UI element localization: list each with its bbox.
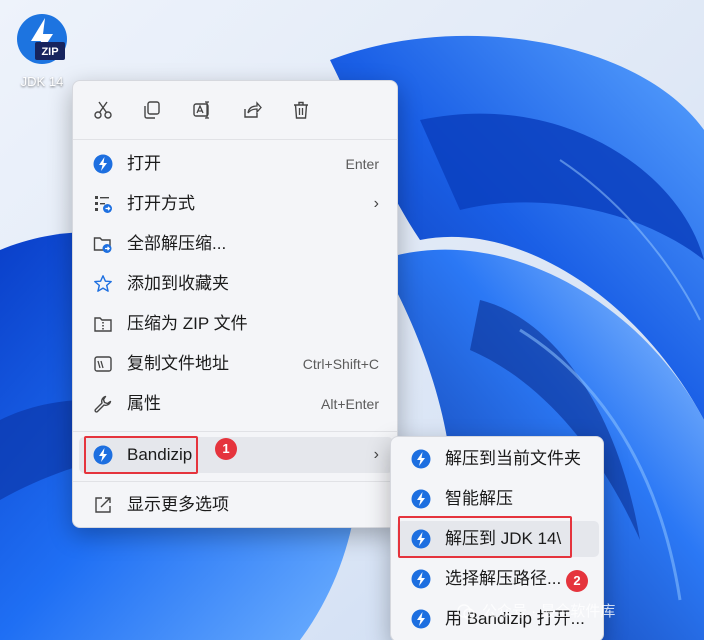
menu-separator (73, 481, 397, 482)
menu-item-label: 全部解压缩... (127, 234, 227, 253)
submenu-item-smart-extract[interactable]: 智能解压 (397, 481, 599, 517)
bandizip-icon (411, 449, 431, 469)
menu-item-add-favorite[interactable]: 添加到收藏夹 (79, 266, 393, 302)
chevron-right-icon: › (373, 195, 379, 212)
copy-icon (144, 101, 160, 119)
share-button[interactable] (239, 97, 265, 123)
desktop-icon-label: JDK 14 (20, 74, 64, 89)
menu-separator (73, 431, 397, 432)
menu-item-label: 显示更多选项 (127, 495, 229, 514)
rename-button[interactable] (189, 97, 215, 123)
extract-folder-icon (93, 237, 112, 253)
menu-separator (73, 139, 397, 140)
bandizip-icon (411, 609, 431, 629)
share-icon (244, 101, 262, 118)
menu-item-copy-path[interactable]: 复制文件地址 Ctrl+Shift+C (79, 346, 393, 382)
copy-path-icon (94, 356, 112, 372)
bandizip-icon (411, 569, 431, 589)
bandizip-icon (93, 154, 113, 174)
zip-folder-icon (94, 317, 112, 332)
menu-item-shortcut: Ctrl+Shift+C (302, 356, 379, 372)
desktop-zip-file[interactable]: ZIP JDK 14 (10, 12, 74, 96)
cut-button[interactable] (90, 97, 116, 123)
wrench-icon (94, 395, 112, 413)
watermark: 公众号 · 最全软件库 (456, 600, 615, 622)
menu-item-extract-all[interactable]: 全部解压缩... (79, 226, 393, 262)
submenu-item-label: 智能解压 (445, 489, 513, 508)
menu-item-properties[interactable]: 属性 Alt+Enter (79, 386, 393, 422)
menu-item-label: 压缩为 ZIP 文件 (127, 314, 248, 333)
delete-button[interactable] (288, 97, 314, 123)
wechat-icon (457, 604, 475, 620)
delete-icon (294, 101, 308, 119)
menu-item-label: 复制文件地址 (127, 354, 229, 373)
highlight-box-bandizip (84, 436, 198, 474)
context-menu-toolbar (73, 81, 397, 137)
menu-item-compress-zip[interactable]: 压缩为 ZIP 文件 (79, 306, 393, 342)
step-badge-1: 1 (215, 438, 237, 460)
star-icon (94, 275, 112, 292)
bandizip-archive-icon: ZIP (17, 14, 67, 64)
menu-item-label: 添加到收藏夹 (127, 274, 229, 293)
menu-item-label: 属性 (127, 394, 161, 413)
menu-item-shortcut: Alt+Enter (321, 396, 379, 412)
menu-item-label: 打开方式 (127, 194, 195, 213)
zip-badge-text: ZIP (41, 46, 58, 58)
open-with-icon (95, 196, 112, 213)
copy-button[interactable] (139, 97, 165, 123)
step-badge-2: 2 (566, 570, 588, 592)
show-more-icon (95, 497, 111, 513)
menu-item-show-more-options[interactable]: 显示更多选项 (79, 487, 393, 523)
watermark-text: 公众号 · 最全软件库 (482, 603, 616, 620)
bandizip-icon (411, 489, 431, 509)
menu-item-open-with[interactable]: 打开方式 › (79, 186, 393, 222)
submenu-item-label: 解压到当前文件夹 (445, 449, 581, 468)
rename-icon (193, 101, 209, 119)
menu-item-shortcut: Enter (345, 156, 379, 172)
menu-item-open[interactable]: 打开 Enter (79, 146, 393, 182)
highlight-box-extract-to (398, 516, 572, 558)
submenu-item-extract-here[interactable]: 解压到当前文件夹 (397, 441, 599, 477)
chevron-right-icon: › (373, 446, 379, 463)
cut-icon (94, 101, 112, 119)
menu-item-label: 打开 (127, 154, 161, 173)
submenu-item-label: 选择解压路径... (445, 569, 562, 588)
